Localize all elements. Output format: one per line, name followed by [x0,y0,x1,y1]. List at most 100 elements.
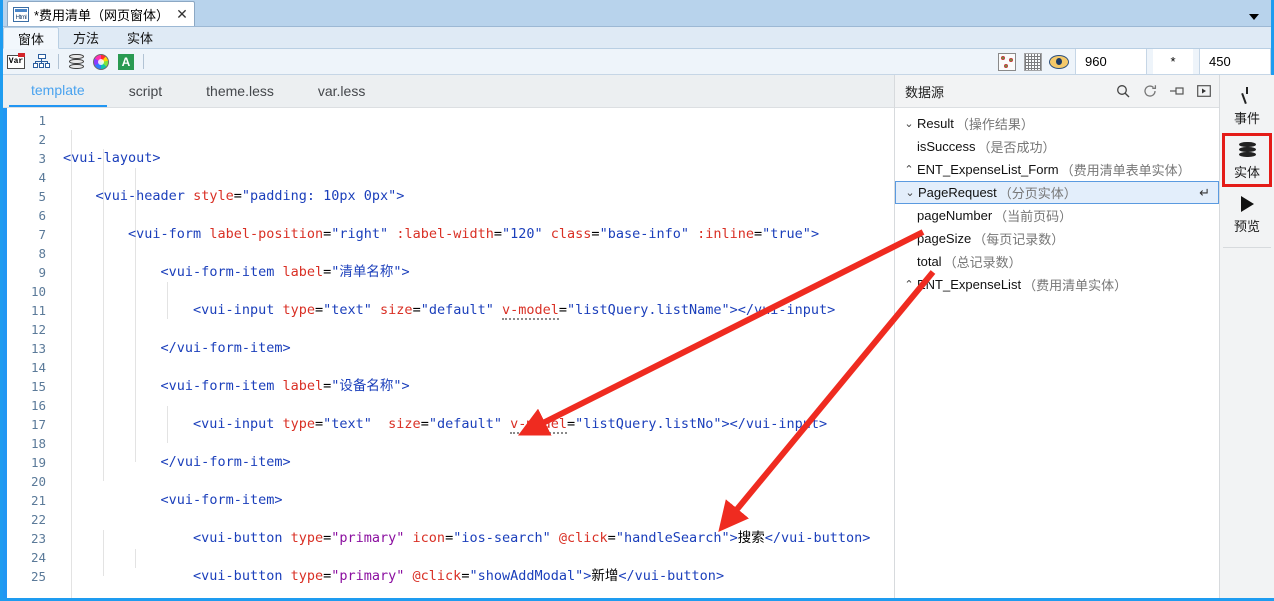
datasource-item-name: isSuccess [917,139,976,154]
line-number: 10 [30,284,46,299]
datasource-tree: ⌄ Result （操作结果） isSuccess （是否成功） ⌃ ENT_Expense… [895,108,1219,598]
tab-var-less-label: var.less [317,83,366,99]
rail-button-entity-label: 实体 [1233,164,1260,180]
datasource-item-desc: （操作结果） [955,117,1034,132]
right-tool-rail: 事件 实体 预览 [1219,75,1274,598]
toolbar-right-group: 960 * 450 [997,49,1271,74]
line-number: 6 [38,208,46,223]
search-icon[interactable] [1116,84,1130,98]
tab-script-label: script [128,83,163,99]
rail-button-events[interactable]: 事件 [1222,79,1272,133]
datasource-tree-row[interactable]: pageSize （每页记录数） [895,227,1219,250]
line-number: 22 [30,512,46,527]
datasource-tree-row[interactable]: ⌄ PageRequest （分页实体） ↵ [895,181,1219,204]
close-icon[interactable]: ✕ [176,7,188,21]
chevron-down-icon[interactable]: ⌄ [902,186,918,199]
rail-button-events-label: 事件 [1233,110,1260,126]
play-icon [1240,194,1254,214]
title-bar: *费用清单（网页窗体） ✕ [3,0,1271,27]
line-number: 1 [38,113,46,128]
var-icon[interactable]: Var [6,52,26,72]
line-number: 17 [30,417,46,432]
line-number: 8 [38,246,46,261]
canvas-height-value: 450 [1209,54,1231,69]
datasource-tree-row[interactable]: ⌄ Result （操作结果） [895,112,1219,135]
chevron-down-icon[interactable]: ⌄ [901,117,917,130]
chevron-up-icon[interactable]: ⌃ [901,163,917,176]
toolbar: Var A 960 * 450 [3,49,1271,75]
code-line: <vui-input type="text" size="default" v-… [193,302,836,320]
main-area: template script theme.less var.less 1 2 … [3,75,1274,598]
code-line: </vui-form-item> [160,340,291,356]
database-icon[interactable] [66,52,86,72]
qr-code-icon[interactable] [1023,52,1043,72]
datasource-item-name: pageNumber [917,208,993,223]
line-number: 21 [30,493,46,508]
line-number: 20 [30,474,46,489]
line-number: 9 [38,265,46,280]
rail-button-entity[interactable]: 实体 [1222,133,1272,187]
code-line: </vui-form-item> [160,454,291,470]
tab-theme-less[interactable]: theme.less [184,75,296,107]
eye-icon[interactable] [1049,52,1069,72]
datasource-tree-row[interactable]: isSuccess （是否成功） [895,135,1219,158]
line-number: 2 [38,132,46,147]
datasource-item-desc: （当前页码） [994,209,1073,224]
canvas-height-input[interactable]: 450 [1199,49,1271,74]
line-number: 16 [30,398,46,413]
tab-template[interactable]: template [9,75,107,107]
code-editor[interactable]: 1 2 3 4 5 6 7 8 9 10 11 12 13 14 15 16 17 18 19 20 21 22 23 24 2… [3,108,894,598]
application-window: *费用清单（网页窗体） ✕ 窗体 方法 实体 Var [0,0,1274,601]
document-tab-label: *费用清单（网页窗体） [34,7,170,23]
menu-tab-method[interactable]: 方法 [59,27,113,48]
code-line: <vui-form-item> [160,492,283,508]
menu-tab-entity[interactable]: 实体 [113,27,167,48]
datasource-item-desc: （总记录数） [943,255,1022,270]
line-number: 24 [30,550,46,565]
line-number: 15 [30,379,46,394]
line-number: 12 [30,322,46,337]
datasource-item-name: Result [917,116,954,131]
tree-icon[interactable] [31,52,51,72]
menu-tab-bar: 窗体 方法 实体 [3,27,1271,49]
rail-divider [1223,247,1271,248]
tab-var-less[interactable]: var.less [296,75,387,107]
datasource-item-desc: （每页记录数） [973,232,1065,247]
rail-button-preview[interactable]: 预览 [1222,187,1272,241]
code-line: <vui-button type="primary" @click="showA… [193,568,725,584]
graph-nodes-icon[interactable] [997,52,1017,72]
menu-tab-form[interactable]: 窗体 [3,27,60,49]
datasource-tree-row[interactable]: ⌃ ENT_ExpenseList_Form （费用清单表单实体） [895,158,1219,181]
datasource-item-desc: （费用清单表单实体） [1060,163,1191,178]
canvas-width-input[interactable]: 960 [1075,49,1147,74]
datasource-item-name: PageRequest [918,185,997,200]
datasource-tree-row[interactable]: pageNumber （当前页码） [895,204,1219,227]
chevron-up-icon[interactable]: ⌃ [901,278,917,291]
datasource-item-name: ENT_ExpenseList [917,277,1022,292]
chevron-down-icon[interactable] [1249,14,1259,20]
line-number: 19 [30,455,46,470]
collapse-icon[interactable] [1170,84,1184,98]
editor-column: template script theme.less var.less 1 2 … [3,75,894,598]
tab-script[interactable]: script [107,75,184,107]
datasource-tree-row[interactable]: ⌃ ENT_ExpenseList （费用清单实体） [895,273,1219,296]
toolbar-divider-2 [143,54,144,69]
datasource-header-actions [1116,84,1211,98]
code-line: <vui-form-item label="清单名称"> [160,264,410,280]
code-line: <vui-form label-position="right" :label-… [128,226,820,242]
enter-key-icon[interactable]: ↵ [1199,185,1210,201]
refresh-icon[interactable] [1143,84,1157,98]
datasource-item-desc: （分页实体） [998,186,1077,201]
datasource-tree-row[interactable]: total （总记录数） [895,250,1219,273]
document-tab[interactable]: *费用清单（网页窗体） ✕ [7,1,195,26]
line-number: 25 [30,569,46,584]
green-a-icon[interactable]: A [116,52,136,72]
canvas-width-value: 960 [1085,54,1107,69]
database-stack-icon [1238,140,1256,160]
line-number: 4 [38,170,46,185]
expand-panel-icon[interactable] [1197,84,1211,98]
datasource-item-desc: （费用清单实体） [1023,278,1128,293]
color-wheel-icon[interactable] [91,52,111,72]
rail-button-preview-label: 预览 [1233,218,1260,234]
datasource-item-name: pageSize [917,231,972,246]
